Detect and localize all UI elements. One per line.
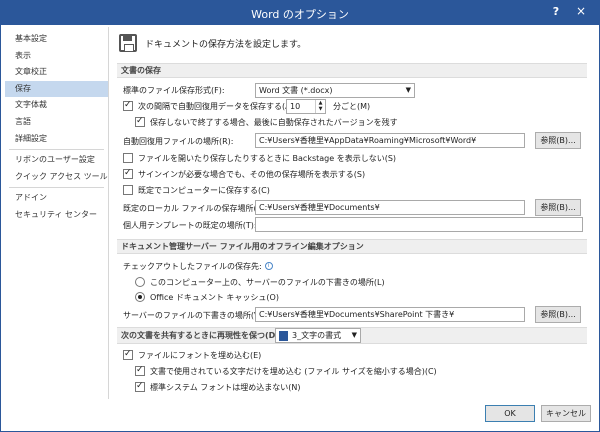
default-computer-label: 既定でコンピューターに保存する(C) — [138, 185, 270, 195]
options-window: Word のオプション ? × 基本設定 表示 文章校正 保存 文字体裁 言語 … — [0, 0, 600, 432]
fidelity-label: 次の文書を共有するときに再現性を保つ(D): — [121, 331, 283, 340]
embed-used-label: 文書で使用されている文字だけを埋め込む (ファイル サイズを縮小する場合)(C) — [150, 366, 437, 376]
keep-last-row: 保存しないで終了する場合、最後に自動保存されたバージョンを残す — [135, 114, 398, 130]
keep-last-label: 保存しないで終了する場合、最後に自動保存されたバージョンを残す — [150, 117, 398, 127]
drafts-location-field[interactable]: C:¥Users¥香穂里¥Documents¥SharePoint 下書き¥ — [255, 307, 525, 322]
spin-arrows-icon[interactable]: ▲ ▼ — [315, 100, 325, 113]
office-cache-radio[interactable] — [135, 292, 145, 302]
format-label: 標準のファイル保存形式(F): — [123, 85, 225, 95]
window-title: Word のオプション — [251, 8, 349, 21]
embed-used-row: 文書で使用されている文字だけを埋め込む (ファイル サイズを縮小する場合)(C) — [135, 363, 437, 379]
fidelity-document-select[interactable]: 3_文字の書式 ▼ — [275, 328, 361, 343]
minutes-suffix-row: 分ごと(M) — [333, 98, 370, 114]
sidebar-item-proofing[interactable]: 文章校正 — [5, 64, 108, 81]
sidebar-divider — [9, 187, 104, 189]
panel-header: ドキュメントの保存方法を設定します。 — [119, 31, 306, 55]
word-document-icon — [279, 330, 288, 341]
local-browse-button[interactable]: 参照(B)... — [535, 199, 581, 216]
ok-button[interactable]: OK — [485, 405, 535, 422]
signin-row: サインインが必要な場合でも、その他の保存場所を表示する(S) — [123, 166, 365, 182]
embed-fonts-row: ファイルにフォントを埋め込む(E) — [123, 347, 261, 363]
format-row: 標準のファイル保存形式(F): — [123, 82, 225, 98]
sidebar-item-typography[interactable]: 文字体裁 — [5, 97, 108, 114]
sidebar-item-addins[interactable]: アドイン — [5, 190, 108, 207]
format-select[interactable]: Word 文書 (*.docx) ▼ — [255, 83, 415, 98]
embed-used-chars-checkbox[interactable] — [135, 365, 145, 376]
drafts-location-label: サーバーのファイルの下書きの場所(V): — [123, 310, 266, 320]
autorecover-minutes-value: 10 — [290, 102, 301, 111]
autorecover-location-field[interactable]: C:¥Users¥香穂里¥AppData¥Roaming¥Microsoft¥W… — [255, 133, 525, 148]
chevron-down-icon: ▼ — [405, 86, 411, 94]
signin-label: サインインが必要な場合でも、その他の保存場所を表示する(S) — [138, 169, 366, 179]
autorecover-location-row: 自動回復用ファイルの場所(R): — [123, 133, 234, 149]
autorecover-checkbox[interactable] — [123, 100, 133, 111]
info-icon: i — [264, 262, 273, 270]
autorecover-browse-button[interactable]: 参照(B)... — [535, 132, 581, 149]
save-to-computer-checkbox[interactable] — [123, 185, 133, 195]
chevron-down-icon: ▼ — [351, 331, 357, 339]
save-options-panel: ドキュメントの保存方法を設定します。 文書の保存 標準のファイル保存形式(F):… — [113, 27, 595, 399]
default-computer-row: 既定でコンピューターに保存する(C) — [123, 182, 270, 198]
autorecover-location-label: 自動回復用ファイルの場所(R): — [123, 136, 234, 146]
checkout-row: チェックアウトしたファイルの保存先: i — [123, 258, 273, 274]
fidelity-document-value: 3_文字の書式 — [292, 331, 342, 340]
sidebar-item-save[interactable]: 保存 — [5, 80, 108, 98]
panel-description: ドキュメントの保存方法を設定します。 — [145, 39, 307, 50]
autorecover-minutes-stepper[interactable]: 10 ▲ ▼ — [286, 99, 326, 114]
dialog-footer: OK キャンセル — [1, 399, 599, 431]
embed-fonts-label: ファイルにフォントを埋め込む(E) — [138, 350, 262, 360]
sidebar-item-language[interactable]: 言語 — [5, 114, 108, 131]
autorecover-row: 次の間隔で自動回復用データを保存する(A): — [123, 98, 296, 114]
sidebar-item-customize-ribbon[interactable]: リボンのユーザー設定 — [5, 152, 108, 169]
sidebar-item-advanced[interactable]: 詳細設定 — [5, 131, 108, 148]
sidebar-divider — [9, 149, 104, 151]
local-location-field[interactable]: C:¥Users¥香穂里¥Documents¥ — [255, 200, 525, 215]
title-bar: Word のオプション ? × — [1, 1, 599, 25]
template-location-label: 個人用テンプレートの既定の場所(T): — [123, 220, 257, 230]
embed-fonts-checkbox[interactable] — [123, 349, 133, 360]
minutes-suffix-label: 分ごと(M) — [333, 101, 371, 111]
help-button[interactable]: ? — [549, 5, 563, 19]
section-offline-editing: ドキュメント管理サーバー ファイル用のオフライン編集オプション — [117, 239, 587, 254]
no-system-fonts-row: 標準システム フォントは埋め込まない(N) — [135, 379, 301, 395]
sidebar-item-trust-center[interactable]: セキュリティ センター — [5, 207, 108, 224]
local-drafts-label: このコンピューター上の、サーバーのファイルの下書きの場所(L) — [150, 277, 385, 287]
cancel-button[interactable]: キャンセル — [541, 405, 591, 422]
section-save-documents: 文書の保存 — [117, 63, 587, 78]
sidebar-item-general[interactable]: 基本設定 — [5, 31, 108, 48]
template-location-field[interactable] — [255, 217, 583, 232]
floppy-disk-icon — [119, 34, 137, 52]
radio-local-drafts-row: このコンピューター上の、サーバーのファイルの下書きの場所(L) — [135, 274, 385, 290]
no-system-fonts-label: 標準システム フォントは埋め込まない(N) — [150, 382, 301, 392]
drafts-location-row: サーバーのファイルの下書きの場所(V): — [123, 307, 265, 323]
local-location-row: 既定のローカル ファイルの保存場所(I): — [123, 200, 265, 216]
sidebar-item-display[interactable]: 表示 — [5, 48, 108, 65]
no-system-fonts-checkbox[interactable] — [135, 381, 145, 392]
local-drafts-radio[interactable] — [135, 277, 145, 287]
drafts-browse-button[interactable]: 参照(B)... — [535, 306, 581, 323]
checkout-label: チェックアウトしたファイルの保存先: — [123, 261, 262, 271]
show-additional-places-checkbox[interactable] — [123, 168, 133, 179]
backstage-row: ファイルを開いたり保存したりするときに Backstage を表示しない(S) — [123, 150, 396, 166]
autorecover-label: 次の間隔で自動回復用データを保存する(A): — [138, 101, 297, 111]
category-sidebar: 基本設定 表示 文章校正 保存 文字体裁 言語 詳細設定 リボンのユーザー設定 … — [5, 27, 109, 399]
backstage-label: ファイルを開いたり保存したりするときに Backstage を表示しない(S) — [138, 153, 397, 163]
office-cache-label: Office ドキュメント キャッシュ(O) — [150, 292, 279, 302]
hide-backstage-checkbox[interactable] — [123, 153, 133, 163]
keep-last-autosaved-checkbox[interactable] — [135, 116, 145, 127]
template-location-row: 個人用テンプレートの既定の場所(T): — [123, 217, 257, 233]
radio-office-cache-row: Office ドキュメント キャッシュ(O) — [135, 289, 279, 305]
sidebar-item-quick-access-toolbar[interactable]: クイック アクセス ツール バー — [5, 169, 108, 186]
format-select-value: Word 文書 (*.docx) — [259, 86, 333, 95]
close-button[interactable]: × — [573, 4, 589, 20]
local-location-label: 既定のローカル ファイルの保存場所(I): — [123, 203, 265, 213]
